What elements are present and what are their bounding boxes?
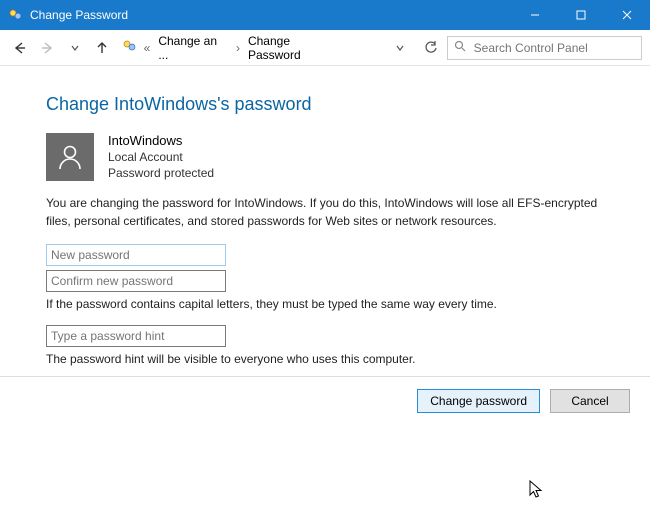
main-content: Change IntoWindows's password IntoWindow…	[0, 66, 650, 368]
change-password-button[interactable]: Change password	[417, 389, 540, 413]
new-password-input[interactable]	[46, 244, 226, 266]
chevron-left-icon: «	[142, 41, 153, 55]
account-type: Local Account	[108, 149, 214, 165]
search-box[interactable]	[447, 36, 642, 60]
account-status: Password protected	[108, 165, 214, 181]
user-name: IntoWindows	[108, 133, 214, 148]
chevron-right-icon: ›	[234, 41, 242, 55]
caps-note: If the password contains capital letters…	[46, 296, 610, 313]
window-title: Change Password	[30, 8, 128, 22]
page-heading: Change IntoWindows's password	[46, 94, 610, 115]
breadcrumb[interactable]: « Change an ... › Change Password	[122, 32, 345, 64]
refresh-button[interactable]	[419, 41, 442, 55]
warning-text: You are changing the password for IntoWi…	[46, 195, 610, 230]
user-accounts-icon	[122, 38, 138, 57]
footer: Change password Cancel	[0, 376, 650, 425]
breadcrumb-current[interactable]: Change Password	[246, 32, 345, 64]
up-button[interactable]	[90, 36, 113, 60]
toolbar: « Change an ... › Change Password	[0, 30, 650, 66]
minimize-button[interactable]	[512, 0, 558, 30]
confirm-password-input[interactable]	[46, 270, 226, 292]
maximize-button[interactable]	[558, 0, 604, 30]
avatar	[46, 133, 94, 181]
hint-note: The password hint will be visible to eve…	[46, 351, 610, 368]
search-input[interactable]	[472, 40, 635, 56]
close-button[interactable]	[604, 0, 650, 30]
app-icon	[8, 7, 24, 23]
cancel-button[interactable]: Cancel	[550, 389, 630, 413]
search-icon	[454, 40, 466, 55]
breadcrumb-parent[interactable]: Change an ...	[156, 32, 230, 64]
cursor-icon	[529, 480, 543, 503]
forward-button[interactable]	[35, 36, 58, 60]
titlebar: Change Password	[0, 0, 650, 30]
password-hint-input[interactable]	[46, 325, 226, 347]
address-dropdown-button[interactable]	[392, 43, 410, 53]
back-button[interactable]	[8, 36, 31, 60]
recent-locations-button[interactable]	[63, 36, 86, 60]
user-summary: IntoWindows Local Account Password prote…	[46, 133, 610, 181]
